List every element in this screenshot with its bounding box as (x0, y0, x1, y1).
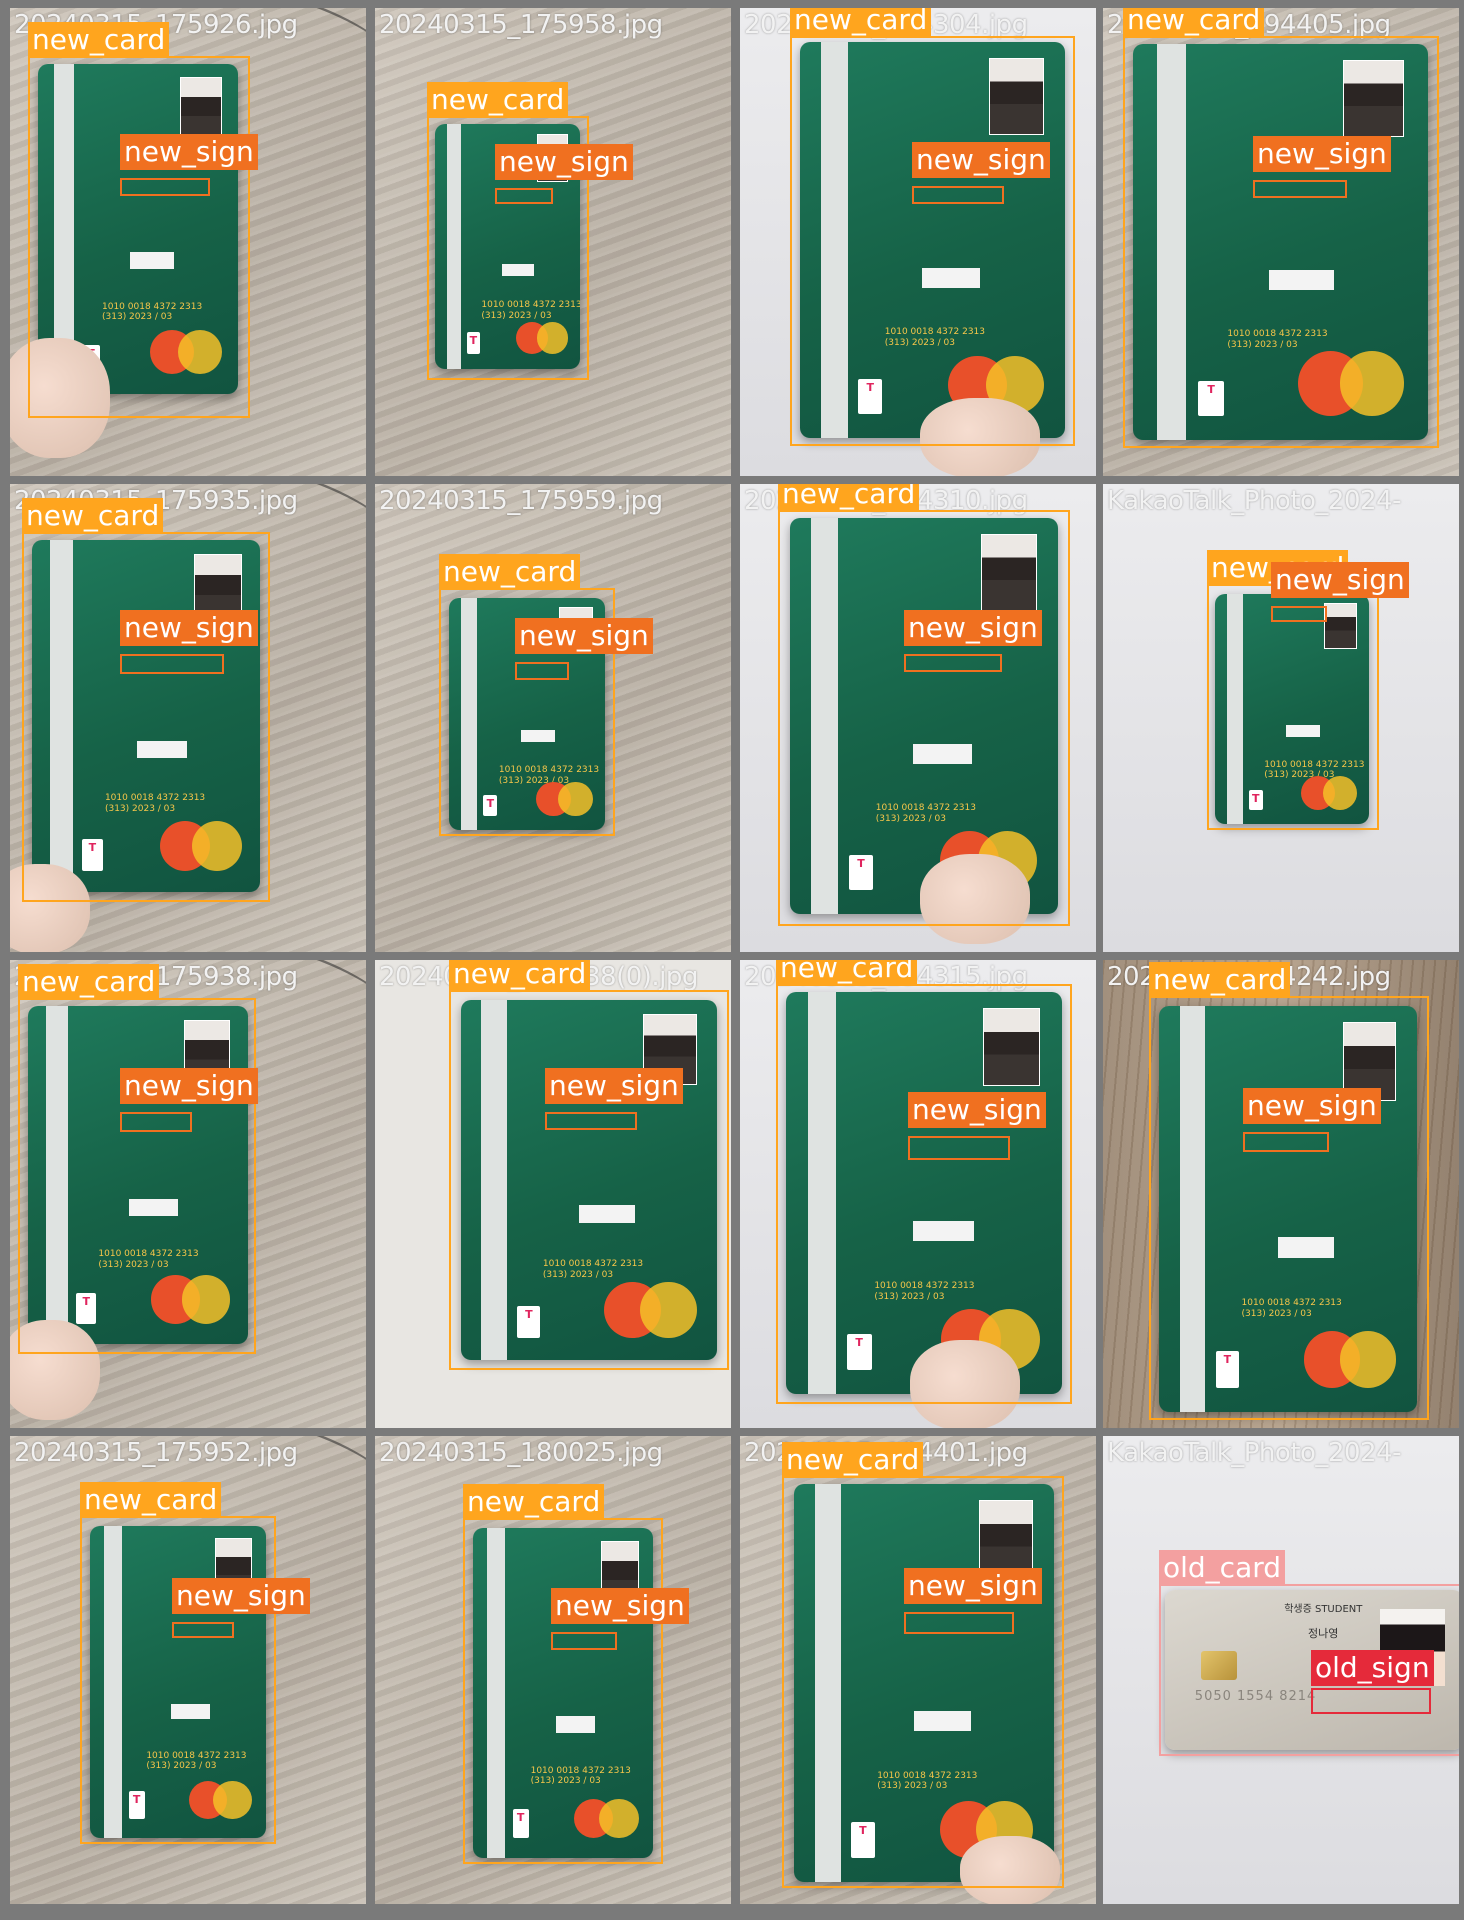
new-sign-box: new_sign (1253, 136, 1391, 198)
new-sign-box: new_sign (1271, 562, 1409, 622)
image-tile: 20240315_194242.jpg1010 0018 4372 2313(3… (1103, 960, 1459, 1428)
new-sign-box: new_sign (172, 1578, 310, 1638)
image-tile: 20240315_194304.jpg1010 0018 4372 2313(3… (740, 8, 1096, 476)
new-sign-label: new_sign (908, 1092, 1046, 1128)
new-card-box: new_card (80, 1482, 276, 1844)
new-card-label: new_card (776, 960, 918, 986)
new-card-label: new_card (449, 960, 591, 992)
new-card-label: new_card (18, 964, 160, 1000)
new-sign-box: new_sign (120, 610, 258, 674)
new-card-box: new_card (22, 498, 270, 902)
new-sign-label: new_sign (904, 610, 1042, 646)
new-card-label: new_card (463, 1484, 605, 1520)
new-sign-label: new_sign (904, 1568, 1042, 1604)
new-card-box: new_card (776, 960, 1072, 1404)
old-sign-box: old_sign (1311, 1650, 1434, 1714)
filename-label: 20240315_175959.jpg (379, 486, 663, 516)
new-sign-label: new_sign (1253, 136, 1391, 172)
new-sign-label: new_sign (495, 144, 633, 180)
new-card-label: new_card (439, 554, 581, 590)
new-sign-box: new_sign (908, 1092, 1046, 1160)
new-sign-label: new_sign (120, 610, 258, 646)
new-sign-box: new_sign (912, 142, 1050, 204)
new-sign-label: new_sign (172, 1578, 310, 1614)
new-card-label: new_card (22, 498, 164, 534)
new-sign-label: new_sign (1243, 1088, 1381, 1124)
image-tile: 20240315_194310.jpg1010 0018 4372 2313(3… (740, 484, 1096, 952)
new-card-label: new_card (28, 22, 170, 58)
new-sign-box: new_sign (120, 134, 258, 196)
new-sign-box: new_sign (1243, 1088, 1381, 1152)
new-card-box: new_card (449, 960, 729, 1370)
new-sign-box: new_sign (545, 1068, 683, 1130)
filename-label: KakaoTalk_Photo_2024- (1107, 486, 1401, 516)
filename-label: 20240315_175958.jpg (379, 10, 663, 40)
detection-grid: 20240315_175926.jpg1010 0018 4372 2313(3… (0, 0, 1464, 1920)
new-card-label: new_card (427, 82, 569, 118)
new-sign-label: new_sign (515, 618, 653, 654)
new-card-label: new_card (778, 484, 920, 512)
new-sign-label: new_sign (551, 1588, 689, 1624)
image-tile: 20240315_175958.jpg 1010 0018 4372 2313 (3… (375, 8, 731, 476)
new-card-box: new_card (18, 964, 256, 1354)
new-sign-label: new_sign (1271, 562, 1409, 598)
new-sign-box: new_sign (904, 1568, 1042, 1634)
new-card-box: new_card (790, 8, 1075, 446)
new-card-label: new_card (1123, 8, 1265, 38)
new-card-box: new_card (1123, 8, 1439, 448)
new-sign-box: new_sign (495, 144, 633, 204)
image-tile: 20240315_194401.jpg1010 0018 4372 2313(3… (740, 1436, 1096, 1904)
image-tile: 20240315_175938.jpg1010 0018 4372 2313(3… (10, 960, 366, 1428)
filename-label: 20240315_175952.jpg (14, 1438, 298, 1468)
new-sign-label: new_sign (912, 142, 1050, 178)
new-sign-box: new_sign (515, 618, 653, 680)
new-card-label: new_card (80, 1482, 222, 1518)
image-tile: 20240315_175926.jpg1010 0018 4372 2313(3… (10, 8, 366, 476)
image-tile: KakaoTalk_Photo_2024- 학생증 STUDENT 정나영 5050 … (1103, 1436, 1459, 1904)
new-card-box: new_card (778, 484, 1070, 926)
filename-label: 20240315_180025.jpg (379, 1438, 663, 1468)
new-card-label: new_card (790, 8, 932, 38)
new-sign-label: new_sign (545, 1068, 683, 1104)
image-tile: 20240315_175959.jpg 1010 0018 4372 2313 (3… (375, 484, 731, 952)
image-tile: 20240315_194405.jpg1010 0018 4372 2313(3… (1103, 8, 1459, 476)
new-card-box: new_card (28, 22, 250, 418)
new-card-box: new_card (463, 1484, 663, 1864)
image-tile: 20240315_175952.jpg 1010 0018 4372 2313 (3… (10, 1436, 366, 1904)
old-sign-label: old_sign (1311, 1650, 1434, 1686)
new-card-box: new_card (782, 1442, 1064, 1888)
old-card-label: old_card (1159, 1550, 1286, 1586)
new-sign-box: new_sign (120, 1068, 258, 1132)
image-tile: KakaoTalk_Photo_2024- 1010 0018 4372 2313… (1103, 484, 1459, 952)
new-sign-label: new_sign (120, 134, 258, 170)
image-tile: 20240315_180025.jpg 1010 0018 4372 2313 (3… (375, 1436, 731, 1904)
new-sign-box: new_sign (551, 1588, 689, 1650)
new-sign-box: new_sign (904, 610, 1042, 672)
new-card-label: new_card (1149, 962, 1291, 998)
image-tile: 20240315_175935.jpg1010 0018 4372 2313(3… (10, 484, 366, 952)
new-sign-label: new_sign (120, 1068, 258, 1104)
new-card-label: new_card (782, 1442, 924, 1478)
filename-label: KakaoTalk_Photo_2024- (1107, 1438, 1401, 1468)
image-tile: 20240315_194315.jpg1010 0018 4372 2313(3… (740, 960, 1096, 1428)
image-tile: 20240315_180538(0).jpg1010 0018 4372 231… (375, 960, 731, 1428)
new-card-box: new_card (1149, 962, 1429, 1420)
